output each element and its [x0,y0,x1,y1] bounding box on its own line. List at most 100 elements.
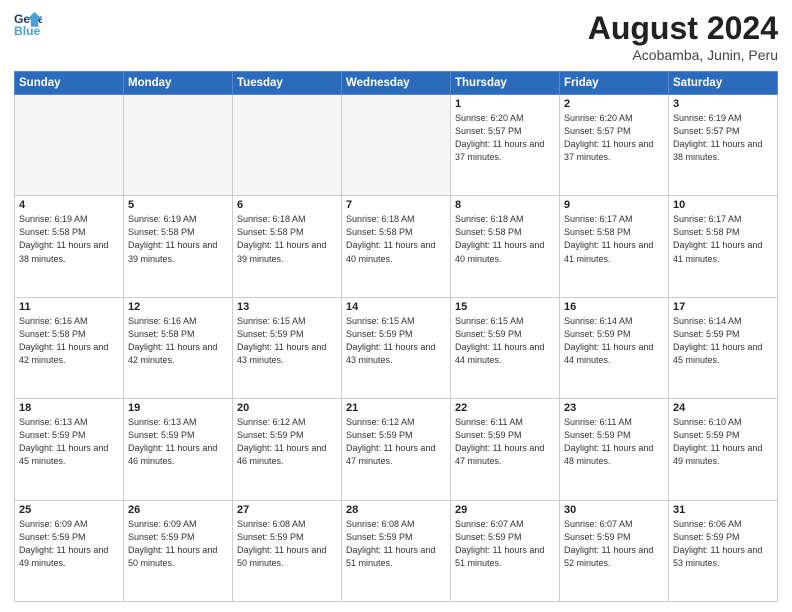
day-cell: 11Sunrise: 6:16 AMSunset: 5:58 PMDayligh… [15,297,124,398]
day-cell: 24Sunrise: 6:10 AMSunset: 5:59 PMDayligh… [669,399,778,500]
logo: General Blue [14,10,44,38]
location-title: Acobamba, Junin, Peru [588,47,778,63]
day-info: Sunrise: 6:10 AMSunset: 5:59 PMDaylight:… [673,416,773,468]
day-info: Sunrise: 6:07 AMSunset: 5:59 PMDaylight:… [564,518,664,570]
day-info: Sunrise: 6:19 AMSunset: 5:58 PMDaylight:… [128,213,228,265]
day-info: Sunrise: 6:09 AMSunset: 5:59 PMDaylight:… [128,518,228,570]
day-number: 27 [237,504,337,516]
day-number: 22 [455,402,555,414]
week-row-1: 1Sunrise: 6:20 AMSunset: 5:57 PMDaylight… [15,95,778,196]
day-cell: 3Sunrise: 6:19 AMSunset: 5:57 PMDaylight… [669,95,778,196]
day-number: 28 [346,504,446,516]
day-cell: 23 Sunrise: 6:11 AMSunset: 5:59 PMDayligh… [560,399,669,500]
day-cell: 30 Sunrise: 6:07 AMSunset: 5:59 PMDayligh… [560,500,669,601]
day-info: Sunrise: 6:18 AMSunset: 5:58 PMDaylight:… [346,213,446,265]
day-number: 4 [19,199,119,211]
day-info: Sunrise: 6:11 AMSunset: 5:59 PMDaylight:… [455,416,555,468]
day-cell [124,95,233,196]
day-info: Sunrise: 6:14 AMSunset: 5:59 PMDaylight:… [564,315,664,367]
day-number: 20 [237,402,337,414]
day-number: 23 [564,402,664,414]
day-cell: 6Sunrise: 6:18 AMSunset: 5:58 PMDaylight… [233,196,342,297]
day-info: Sunrise: 6:06 AMSunset: 5:59 PMDaylight:… [673,518,773,570]
day-info: Sunrise: 6:12 AMSunset: 5:59 PMDaylight:… [346,416,446,468]
day-info: Sunrise: 6:15 AMSunset: 5:59 PMDaylight:… [237,315,337,367]
day-number: 29 [455,504,555,516]
weekday-header-sunday: Sunday [15,72,124,95]
day-cell: 29Sunrise: 6:07 AMSunset: 5:59 PMDayligh… [451,500,560,601]
day-cell [15,95,124,196]
day-info: Sunrise: 6:20 AMSunset: 5:57 PMDaylight:… [455,112,555,164]
day-number: 3 [673,98,773,110]
day-number: 16 [564,301,664,313]
day-number: 25 [19,504,119,516]
day-info: Sunrise: 6:08 AMSunset: 5:59 PMDaylight:… [346,518,446,570]
day-cell: 13 Sunrise: 6:15 AMSunset: 5:59 PMDayligh… [233,297,342,398]
day-cell: 25 Sunrise: 6:09 AMSunset: 5:59 PMDayligh… [15,500,124,601]
day-number: 30 [564,504,664,516]
day-cell: 16 Sunrise: 6:14 AMSunset: 5:59 PMDayligh… [560,297,669,398]
day-cell: 19Sunrise: 6:13 AMSunset: 5:59 PMDayligh… [124,399,233,500]
day-cell: 26 Sunrise: 6:09 AMSunset: 5:59 PMDayligh… [124,500,233,601]
week-row-3: 11Sunrise: 6:16 AMSunset: 5:58 PMDayligh… [15,297,778,398]
day-info: Sunrise: 6:18 AMSunset: 5:58 PMDaylight:… [455,213,555,265]
day-info: Sunrise: 6:15 AMSunset: 5:59 PMDaylight:… [455,315,555,367]
logo-icon: General Blue [14,10,42,38]
weekday-header-saturday: Saturday [669,72,778,95]
day-cell: 17Sunrise: 6:14 AMSunset: 5:59 PMDayligh… [669,297,778,398]
day-info: Sunrise: 6:15 AMSunset: 5:59 PMDaylight:… [346,315,446,367]
day-info: Sunrise: 6:16 AMSunset: 5:58 PMDaylight:… [128,315,228,367]
day-number: 17 [673,301,773,313]
day-cell: 4 Sunrise: 6:19 AMSunset: 5:58 PMDaylight… [15,196,124,297]
day-info: Sunrise: 6:17 AMSunset: 5:58 PMDaylight:… [564,213,664,265]
day-number: 13 [237,301,337,313]
day-cell [233,95,342,196]
day-cell: 28 Sunrise: 6:08 AMSunset: 5:59 PMDayligh… [342,500,451,601]
day-number: 18 [19,402,119,414]
day-info: Sunrise: 6:08 AMSunset: 5:59 PMDaylight:… [237,518,337,570]
day-number: 26 [128,504,228,516]
day-cell: 1Sunrise: 6:20 AMSunset: 5:57 PMDaylight… [451,95,560,196]
day-cell: 9 Sunrise: 6:17 AMSunset: 5:58 PMDaylight… [560,196,669,297]
day-number: 31 [673,504,773,516]
day-cell: 22 Sunrise: 6:11 AMSunset: 5:59 PMDayligh… [451,399,560,500]
weekday-header-monday: Monday [124,72,233,95]
day-info: Sunrise: 6:20 AMSunset: 5:57 PMDaylight:… [564,112,664,164]
day-info: Sunrise: 6:17 AMSunset: 5:58 PMDaylight:… [673,213,773,265]
day-cell: 31 Sunrise: 6:06 AMSunset: 5:59 PMDayligh… [669,500,778,601]
day-cell: 8 Sunrise: 6:18 AMSunset: 5:58 PMDaylight… [451,196,560,297]
day-number: 2 [564,98,664,110]
title-block: August 2024 Acobamba, Junin, Peru [588,10,778,63]
day-info: Sunrise: 6:13 AMSunset: 5:59 PMDaylight:… [19,416,119,468]
day-cell: 18 Sunrise: 6:13 AMSunset: 5:59 PMDayligh… [15,399,124,500]
day-cell: 5 Sunrise: 6:19 AMSunset: 5:58 PMDaylight… [124,196,233,297]
day-number: 21 [346,402,446,414]
day-number: 19 [128,402,228,414]
day-cell: 14 Sunrise: 6:15 AMSunset: 5:59 PMDayligh… [342,297,451,398]
day-info: Sunrise: 6:19 AMSunset: 5:58 PMDaylight:… [19,213,119,265]
header: General Blue August 2024 Acobamba, Junin… [14,10,778,63]
day-cell: 12 Sunrise: 6:16 AMSunset: 5:58 PMDayligh… [124,297,233,398]
month-year-title: August 2024 [588,10,778,47]
weekday-header-tuesday: Tuesday [233,72,342,95]
day-info: Sunrise: 6:09 AMSunset: 5:59 PMDaylight:… [19,518,119,570]
week-row-2: 4 Sunrise: 6:19 AMSunset: 5:58 PMDaylight… [15,196,778,297]
day-cell: 27 Sunrise: 6:08 AMSunset: 5:59 PMDayligh… [233,500,342,601]
day-number: 6 [237,199,337,211]
day-cell: 21 Sunrise: 6:12 AMSunset: 5:59 PMDayligh… [342,399,451,500]
day-number: 14 [346,301,446,313]
day-cell [342,95,451,196]
day-number: 12 [128,301,228,313]
day-info: Sunrise: 6:12 AMSunset: 5:59 PMDaylight:… [237,416,337,468]
day-info: Sunrise: 6:11 AMSunset: 5:59 PMDaylight:… [564,416,664,468]
day-number: 7 [346,199,446,211]
weekday-header-thursday: Thursday [451,72,560,95]
page: General Blue August 2024 Acobamba, Junin… [0,0,792,612]
day-number: 8 [455,199,555,211]
day-cell: 15Sunrise: 6:15 AMSunset: 5:59 PMDayligh… [451,297,560,398]
day-number: 9 [564,199,664,211]
day-number: 5 [128,199,228,211]
week-row-5: 25 Sunrise: 6:09 AMSunset: 5:59 PMDayligh… [15,500,778,601]
weekday-header-wednesday: Wednesday [342,72,451,95]
weekday-header-friday: Friday [560,72,669,95]
